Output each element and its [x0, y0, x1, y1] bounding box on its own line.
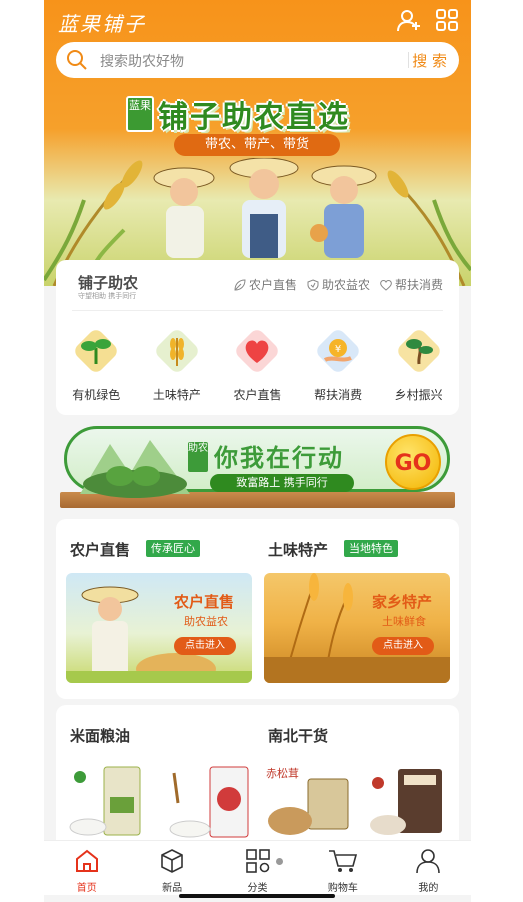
- wheat-icon: [156, 330, 198, 372]
- section-title-dry: 南北干货: [268, 727, 329, 745]
- promo-subtitle: 致富路上 携手同行: [210, 474, 354, 492]
- search-button[interactable]: 搜 索: [412, 50, 447, 71]
- brand-logo[interactable]: 蓝果铺子: [58, 8, 146, 37]
- leaf-icon: [234, 278, 246, 291]
- app-screen: 蓝果铺子 搜索助农好物 搜 索 蓝果 铺子助农直选 带农、带产、带货 铺子助农 …: [44, 0, 471, 902]
- bonsai-icon: [397, 330, 440, 372]
- tab-home[interactable]: 首页: [44, 841, 129, 895]
- banner-title: 铺子助农直选: [158, 100, 350, 135]
- coin-icon: ¥: [317, 330, 359, 372]
- tab-cart[interactable]: 购物车: [300, 841, 385, 895]
- section-title-local: 土味特产: [268, 541, 329, 559]
- dumplings-illustration: [80, 440, 190, 498]
- go-button[interactable]: GO: [385, 434, 441, 490]
- tag-direct[interactable]: 农户直售: [234, 276, 297, 293]
- section-badge-direct: 传承匠心: [146, 540, 200, 557]
- direct-enter-button[interactable]: 点击进入: [174, 637, 236, 655]
- banner-subtitle: 带农、带产、带货: [174, 134, 340, 156]
- tag-support[interactable]: 帮扶消费: [380, 276, 443, 293]
- section-title-direct: 农户直售: [70, 541, 131, 559]
- cart-icon: [328, 850, 357, 872]
- top-banner: 蓝果铺子 搜索助农好物 搜 索 蓝果 铺子助农直选 带农、带产、带货: [44, 0, 471, 286]
- mushroom-product[interactable]: 赤松茸: [264, 763, 354, 843]
- svg-text:赤松茸: 赤松茸: [266, 766, 299, 780]
- tab-new[interactable]: 新品: [129, 841, 214, 895]
- intro-card: 铺子助农 守望相助 携手同行 农户直售 助农益农 帮扶消费 有机绿色 土味特产 …: [56, 260, 459, 415]
- home-icon: [75, 849, 98, 872]
- grid-icon[interactable]: [435, 8, 459, 32]
- category-support[interactable]: ¥ 帮扶消费: [303, 326, 373, 403]
- svg-text:¥: ¥: [335, 344, 341, 355]
- floating-dot[interactable]: [276, 858, 283, 865]
- rice-pack-product[interactable]: [164, 763, 254, 843]
- tab-category[interactable]: 分类: [215, 841, 300, 895]
- rice-bag-product[interactable]: [66, 763, 146, 843]
- promo-badge: 助农: [188, 442, 208, 472]
- shield-icon: [307, 278, 319, 291]
- dried-fungus-product[interactable]: [362, 763, 452, 843]
- local-enter-button[interactable]: 点击进入: [372, 637, 434, 655]
- category-organic[interactable]: 有机绿色: [61, 326, 131, 403]
- local-specialty-card[interactable]: 家乡特产 土味鲜食 点击进入: [264, 573, 450, 683]
- home-indicator[interactable]: [179, 894, 335, 898]
- farmers-illustration: [153, 158, 377, 258]
- intro-title: 铺子助农: [78, 274, 139, 292]
- cube-icon: [161, 849, 183, 873]
- category-local[interactable]: 土味特产: [142, 326, 212, 403]
- section-badge-local: 当地特色: [344, 540, 398, 557]
- category-direct[interactable]: 农户直售: [222, 326, 292, 403]
- banner-badge: 蓝果: [126, 96, 154, 132]
- tag-benefit[interactable]: 助农益农: [307, 276, 370, 293]
- bottom-tab-bar: 首页 新品 分类 购物车 我的: [44, 840, 471, 895]
- section-title-grain: 米面粮油: [70, 727, 131, 745]
- direct-sale-card[interactable]: 农户直售 助农益农 点击进入: [66, 573, 252, 683]
- category-icon: [245, 849, 270, 873]
- tab-profile[interactable]: 我的: [386, 841, 471, 895]
- featured-sections-card: 农户直售 传承匠心 土味特产 当地特色 农户直售 助农益农 点击进入 家乡特产 …: [56, 519, 459, 699]
- person-icon: [416, 849, 441, 874]
- seedling-icon: [75, 330, 118, 372]
- intro-subtitle: 守望相助 携手同行: [78, 292, 137, 300]
- heart-outline-icon: [380, 279, 392, 291]
- search-icon: [67, 50, 87, 70]
- search-input[interactable]: 搜索助农好物: [100, 51, 184, 71]
- category-rural[interactable]: 乡村振兴: [384, 326, 454, 403]
- promo-banner[interactable]: 助农 你我在行动 致富路上 携手同行 GO: [60, 426, 455, 510]
- search-bar[interactable]: 搜索助农好物 搜 索: [56, 42, 459, 78]
- heart-icon: [236, 330, 279, 372]
- products-card: 米面粮油 南北干货 赤松茸: [56, 705, 459, 855]
- promo-title: 你我在行动: [214, 444, 344, 472]
- user-add-icon[interactable]: [397, 8, 421, 32]
